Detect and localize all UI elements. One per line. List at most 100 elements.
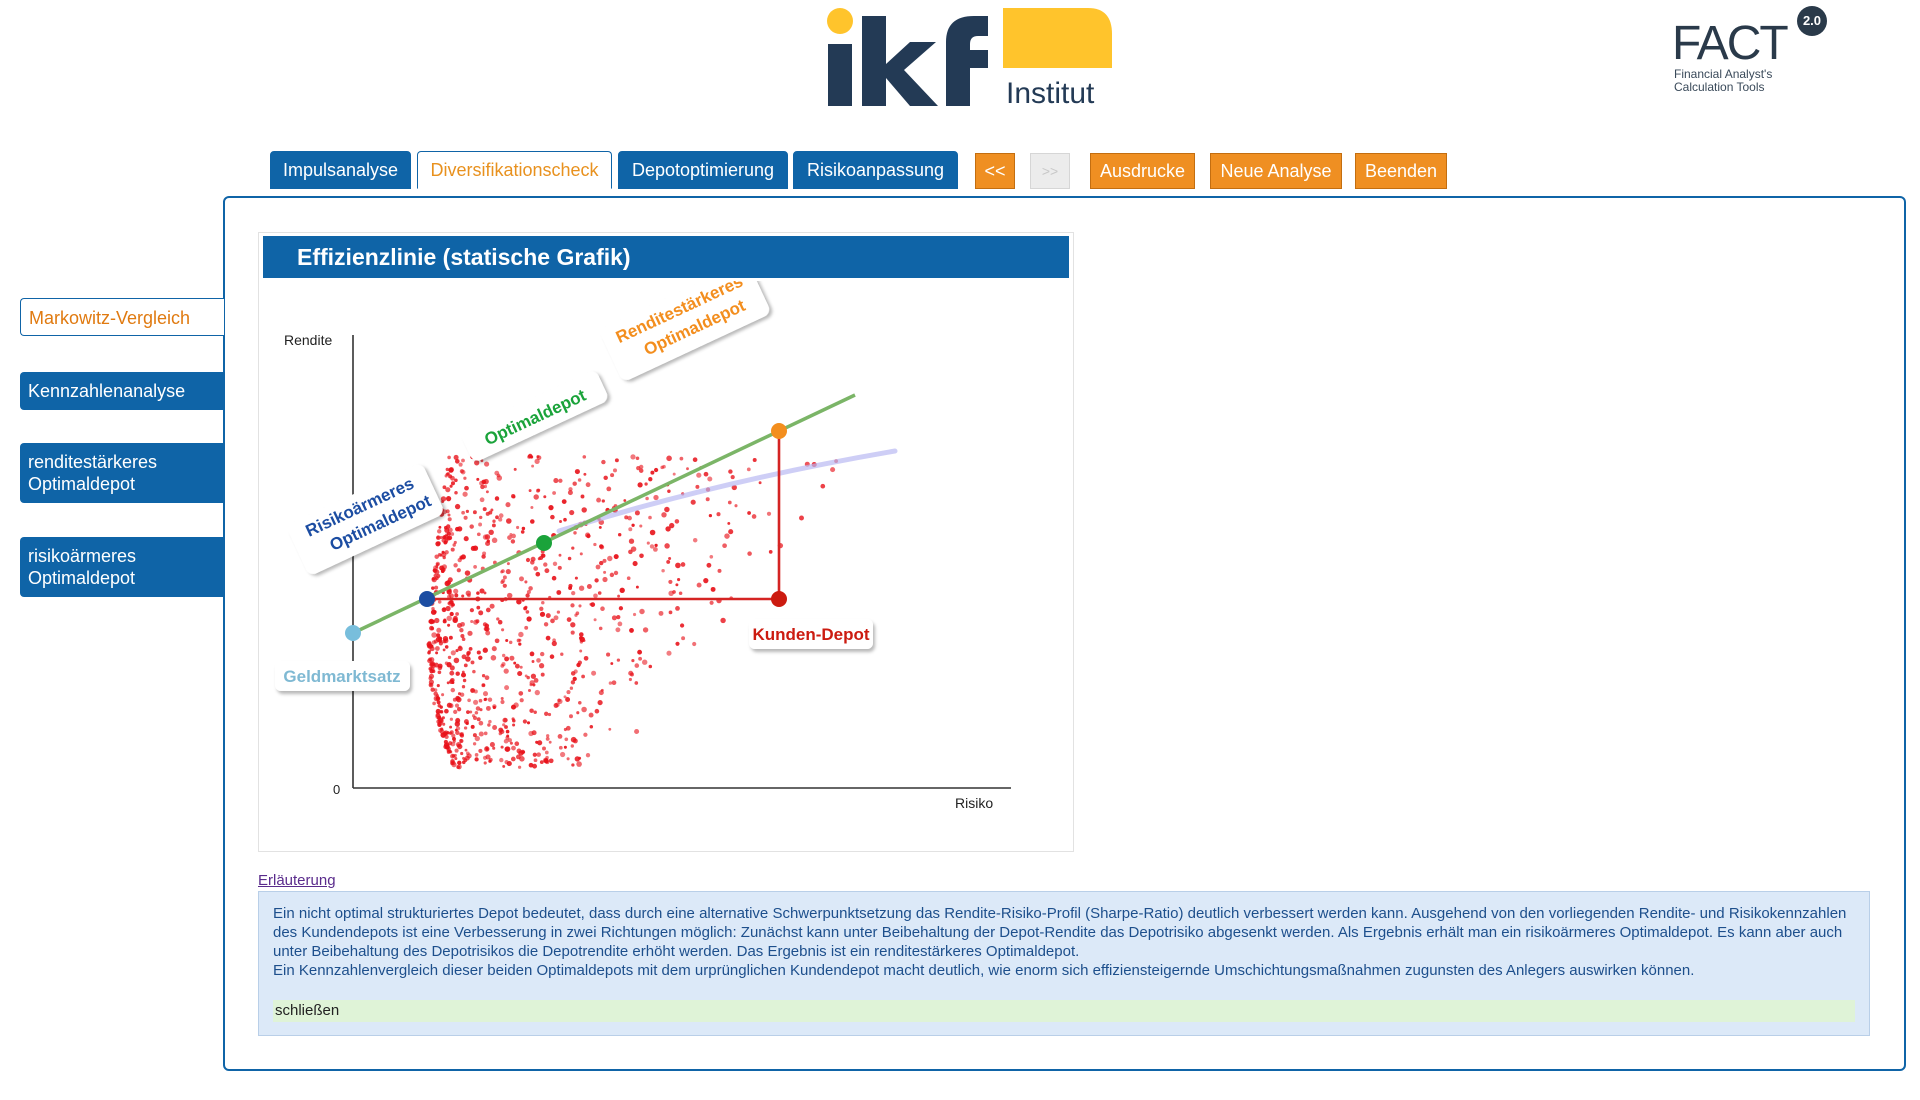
neue-analyse-button[interactable]: Neue Analyse: [1210, 153, 1342, 189]
scatter-point: [488, 529, 494, 535]
beenden-button[interactable]: Beenden: [1355, 153, 1447, 189]
scatter-point: [444, 645, 449, 649]
scatter-point: [533, 678, 539, 683]
scatter-point: [589, 725, 594, 729]
scatter-point: [660, 465, 664, 470]
scatter-point: [589, 602, 593, 606]
scatter-point: [504, 725, 508, 729]
scatter-point: [533, 710, 537, 714]
scatter-point: [545, 635, 551, 641]
scatter-point: [566, 757, 570, 761]
close-explanation-button[interactable]: schließen: [273, 1000, 1855, 1022]
sidebar-item-kennzahlenanalyse[interactable]: Kennzahlenanalyse: [20, 372, 224, 410]
scatter-point: [600, 606, 605, 611]
scatter-point: [703, 577, 709, 584]
scatter-point: [667, 489, 671, 493]
scatter-point: [577, 660, 582, 665]
tab-risikoanpassung[interactable]: Risikoanpassung: [793, 151, 958, 189]
sidebar-item-markowitz-vergleich[interactable]: Markowitz-Vergleich: [20, 298, 224, 336]
scatter-point: [637, 649, 643, 655]
scatter-point: [595, 564, 601, 570]
scatter-point: [428, 666, 433, 671]
scatter-point: [616, 615, 621, 620]
scatter-point: [485, 511, 490, 516]
scatter-point: [451, 603, 455, 607]
scatter-point: [564, 737, 569, 742]
scatter-point: [427, 658, 432, 664]
scatter-point: [593, 618, 597, 622]
scatter-point: [441, 550, 445, 554]
ausdrucke-button[interactable]: Ausdrucke: [1090, 153, 1195, 189]
scatter-point: [474, 735, 480, 742]
kunden-depot-point: [771, 591, 787, 607]
scatter-point: [710, 586, 716, 592]
scatter-point: [551, 640, 557, 647]
scatter-point: [456, 707, 462, 712]
scatter-point: [686, 467, 689, 471]
erlaeuterung-link[interactable]: Erläuterung: [258, 872, 336, 889]
scatter-point: [487, 723, 491, 727]
scatter-point: [594, 708, 600, 714]
scatter-point: [707, 476, 713, 482]
tab-depotoptimierung[interactable]: Depotoptimierung: [618, 151, 788, 189]
scatter-point: [436, 696, 440, 700]
scatter-point: [681, 636, 686, 641]
tab-diversifikationscheck[interactable]: Diversifikationscheck: [417, 151, 612, 189]
scatter-point: [464, 570, 471, 576]
fact-version-badge: 2.0: [1797, 6, 1827, 36]
scatter-point: [675, 583, 679, 587]
scatter-point: [460, 751, 464, 756]
scatter-point: [588, 712, 594, 718]
scatter-point: [513, 702, 519, 708]
scatter-point: [427, 644, 431, 648]
scatter-point: [446, 615, 452, 622]
scatter-point: [558, 478, 563, 483]
scatter-point: [436, 711, 440, 715]
scatter-point: [572, 676, 577, 682]
scatter-point: [706, 562, 712, 568]
scatter-point: [449, 717, 454, 721]
scatter-point: [574, 576, 578, 580]
x-axis-label: Risiko: [955, 795, 993, 811]
scatter-point: [460, 621, 465, 627]
scatter-point: [490, 508, 494, 512]
scatter-point: [758, 481, 762, 485]
scatter-point: [482, 534, 489, 540]
sidebar-item-renditestaerkeres-optimaldepot[interactable]: renditestärkeres Optimaldepot: [20, 443, 224, 503]
scatter-point: [532, 763, 538, 769]
scatter-point: [601, 459, 606, 465]
tab-impulsanalyse[interactable]: Impulsanalyse: [270, 151, 411, 189]
scatter-point: [539, 606, 544, 611]
scatter-point: [557, 734, 563, 739]
scatter-point: [487, 697, 493, 702]
scatter-point: [668, 610, 673, 615]
scatter-point: [563, 745, 567, 749]
previous-button[interactable]: <<: [975, 153, 1015, 189]
scatter-point: [677, 578, 681, 582]
scatter-point: [446, 524, 451, 529]
scatter-point: [502, 717, 508, 723]
scatter-point: [528, 730, 534, 737]
scatter-point: [463, 726, 468, 730]
scatter-point: [530, 455, 534, 459]
scatter-point: [514, 663, 520, 669]
scatter-point: [500, 699, 505, 705]
optimaldepot-point: [536, 535, 552, 551]
scatter-point: [536, 455, 542, 461]
scatter-point: [675, 562, 681, 569]
scatter-point: [630, 454, 636, 460]
scatter-point: [481, 479, 487, 485]
scatter-point: [547, 712, 552, 717]
scatter-point: [435, 561, 440, 567]
scatter-point: [634, 510, 640, 516]
scatter-point: [696, 582, 702, 588]
next-button[interactable]: >>: [1030, 153, 1070, 189]
scatter-point: [530, 673, 537, 679]
scatter-point: [455, 726, 461, 731]
scatter-point: [467, 630, 473, 636]
sidebar-item-risikoaermeres-optimaldepot[interactable]: risikoärmeres Optimaldepot: [20, 537, 224, 597]
scatter-point: [577, 478, 582, 482]
scatter-point: [447, 513, 451, 517]
scatter-point: [525, 610, 530, 614]
scatter-point: [447, 517, 452, 522]
